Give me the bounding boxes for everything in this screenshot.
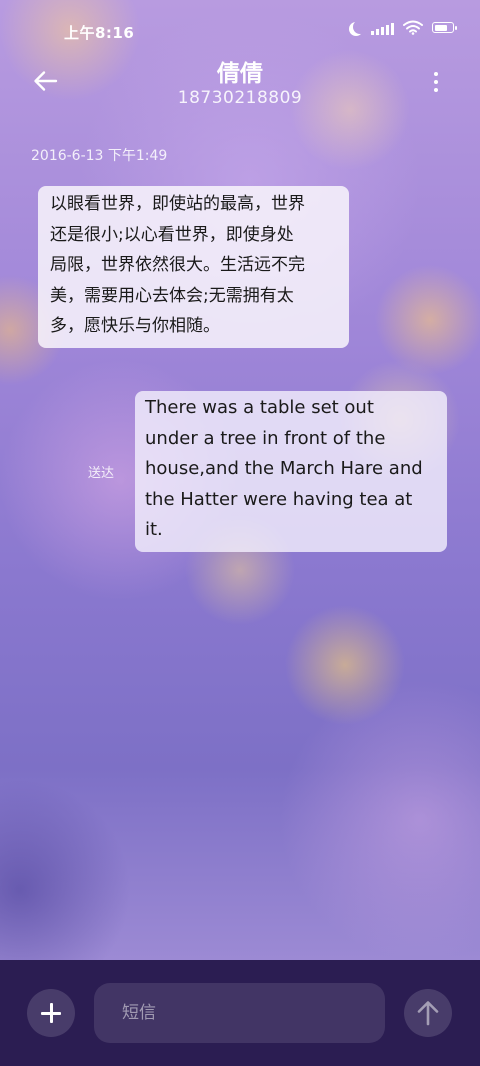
contact-name: 倩倩 (217, 61, 263, 87)
more-vertical-icon (434, 72, 438, 76)
message-line: 还是很小;以心看世界，即使身处 (50, 224, 294, 245)
wifi-icon (403, 20, 423, 35)
more-options-button[interactable] (424, 68, 448, 96)
send-button[interactable] (404, 989, 452, 1037)
status-icons (348, 20, 457, 35)
outgoing-message-bubble[interactable]: There was a table set out under a tree i… (135, 391, 447, 552)
arrow-up-icon (417, 1001, 439, 1026)
status-bar: 上午8:16 (0, 0, 480, 62)
message-line: 局限，世界依然很大。生活远不完 (50, 255, 305, 275)
message-line: 美，需要用心去体会;无需拥有太 (50, 285, 294, 306)
battery-icon (432, 22, 457, 33)
incoming-message-bubble[interactable]: 以眼看世界，即使站的最高，世界 还是很小;以心看世界，即使身处 局限，世界依然很… (38, 186, 349, 348)
message-line: it. (145, 519, 163, 541)
moon-icon (353, 20, 367, 34)
status-time: 上午8:16 (64, 24, 135, 42)
message-timestamp: 2016-6-13 下午1:49 (31, 148, 168, 164)
delivery-status: 送达 (88, 466, 115, 481)
message-line: under a tree in front of the (145, 427, 386, 449)
message-line: the Hatter were having tea at (145, 488, 413, 510)
contact-number: 18730218809 (177, 88, 303, 108)
message-line: house,and the March Hare and (145, 458, 423, 480)
message-input[interactable] (94, 983, 385, 1043)
message-line: There was a table set out (145, 397, 374, 418)
message-line: 以眼看世界，即使站的最高，世界 (50, 194, 305, 214)
signal-icon (371, 21, 394, 35)
add-attachment-button[interactable] (27, 989, 75, 1037)
message-line: 多，愿快乐与你相随。 (50, 316, 220, 336)
